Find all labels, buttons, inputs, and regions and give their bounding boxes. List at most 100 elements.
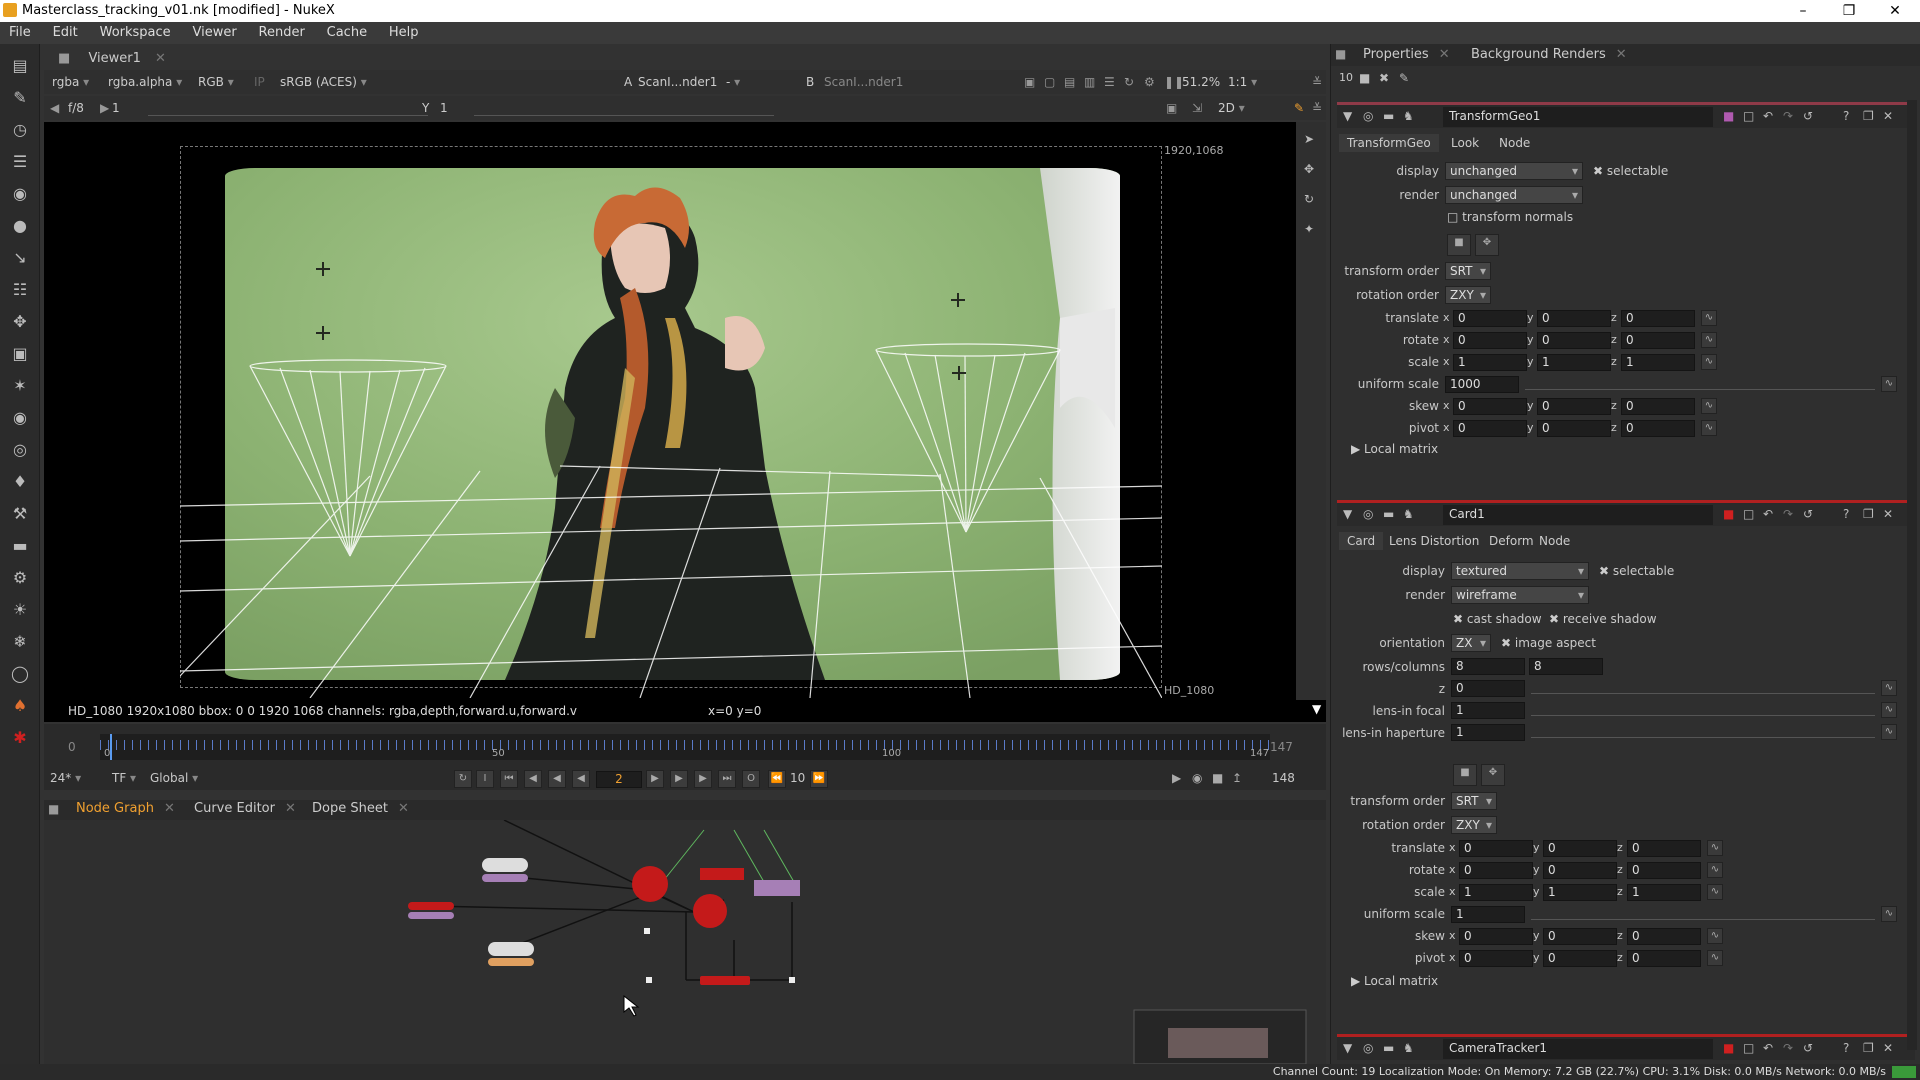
node-red-small[interactable]	[408, 902, 454, 910]
curve-icon[interactable]: ∿	[1881, 680, 1897, 696]
tab-node[interactable]: Node	[1491, 134, 1538, 152]
curve-icon[interactable]: ∿	[1707, 840, 1723, 856]
clear-icon[interactable]: ✖	[1379, 71, 1389, 85]
tab-card[interactable]: Card	[1339, 532, 1384, 550]
prev-icon[interactable]: ◀	[50, 101, 59, 115]
max-panels-value[interactable]: 10	[1339, 71, 1353, 84]
fstop-value[interactable]: f/8	[68, 101, 84, 115]
card-pivot-y[interactable]: 0	[1543, 950, 1617, 967]
first-frame-icon[interactable]: ⏮	[500, 770, 518, 788]
curve-icon[interactable]: ∿	[1701, 332, 1717, 348]
disable-icon[interactable]: ▬	[1383, 1041, 1394, 1055]
tg-scale-y[interactable]: 1	[1537, 354, 1611, 371]
roi-select-icon[interactable]: ▣	[1166, 101, 1177, 115]
tg-scale-x[interactable]: 1	[1453, 354, 1527, 371]
undo-icon[interactable]: ↶	[1763, 1041, 1773, 1055]
center-icon[interactable]: ◎	[1363, 1041, 1373, 1055]
node-white-2[interactable]	[488, 942, 534, 956]
export-icon[interactable]: ↥	[1232, 771, 1242, 785]
channels-dropdown[interactable]: rgba	[52, 75, 89, 89]
record-icon[interactable]: ◉	[1192, 771, 1202, 785]
tg-selectable-checkbox[interactable]: ✖ selectable	[1593, 164, 1668, 178]
merge-icon[interactable]: ☷	[8, 278, 32, 302]
gizmo-icon[interactable]: ◯	[8, 662, 32, 686]
card-cast-shadow-checkbox[interactable]: ✖ cast shadow	[1453, 612, 1542, 626]
tg-pivot-y[interactable]: 0	[1537, 420, 1611, 437]
rgb-dropdown[interactable]: RGB	[198, 75, 234, 89]
ratio-dropdown[interactable]: 1:1	[1228, 75, 1257, 89]
prev-key-icon[interactable]: ◀	[524, 770, 542, 788]
card-skew-z[interactable]: 0	[1627, 928, 1701, 945]
menu-cache[interactable]: Cache	[318, 22, 376, 40]
curve-icon[interactable]: ∿	[1881, 724, 1897, 740]
node-purple-1[interactable]	[482, 874, 528, 882]
flipbook-icon[interactable]: ▶	[1172, 771, 1181, 785]
node-cameratracker[interactable]	[700, 868, 744, 880]
tab-transformgeo[interactable]: TransformGeo	[1339, 134, 1439, 152]
gamma-slider[interactable]	[474, 104, 774, 116]
card-lens-focal-slider[interactable]	[1531, 702, 1875, 716]
card-skew-y[interactable]: 0	[1543, 928, 1617, 945]
card-image-aspect-checkbox[interactable]: ✖ image aspect	[1501, 636, 1596, 650]
node-card[interactable]	[754, 880, 800, 896]
step-value[interactable]: 10	[790, 771, 805, 785]
axis-tool-icon[interactable]: ✦	[1304, 222, 1314, 236]
curve-icon[interactable]: ∿	[1701, 310, 1717, 326]
collapse-icon[interactable]: ▼	[1343, 507, 1352, 521]
ocula-icon[interactable]: ☀	[8, 598, 32, 622]
tg-pivot-z[interactable]: 0	[1621, 420, 1695, 437]
cara-icon[interactable]: ❄	[8, 630, 32, 654]
card-receive-shadow-checkbox[interactable]: ✖ receive shadow	[1549, 612, 1657, 626]
node-color-icon[interactable]: ■	[1723, 1041, 1734, 1055]
tab-viewer1[interactable]: ■ Viewer1 ✕	[48, 48, 248, 70]
minimap-viewport[interactable]	[1168, 1028, 1268, 1058]
axis-icon[interactable]: ⇲	[1192, 101, 1202, 115]
card-translate-y[interactable]: 0	[1543, 840, 1617, 857]
color-icon[interactable]: □	[1743, 507, 1754, 521]
info-expand-icon[interactable]: ▼	[1312, 702, 1321, 716]
node-graph-canvas[interactable]	[44, 819, 1326, 1065]
tab-dope-sheet[interactable]: Dope Sheet ✕	[302, 798, 419, 820]
card-snap-icon[interactable]: ■	[1453, 764, 1477, 786]
menu-edit[interactable]: Edit	[44, 22, 87, 40]
tab-look[interactable]: Look	[1443, 134, 1487, 152]
card-rotate-y[interactable]: 0	[1543, 862, 1617, 879]
gamma-value[interactable]: 1	[440, 101, 448, 115]
skip-forward-icon[interactable]: ⏩	[810, 770, 828, 788]
card-scale-z[interactable]: 1	[1627, 884, 1701, 901]
card-translate-z[interactable]: 0	[1627, 840, 1701, 857]
center-icon[interactable]: ◎	[1363, 109, 1373, 123]
tg-transform-normals-checkbox[interactable]: □ transform normals	[1447, 210, 1573, 224]
node-orange[interactable]	[488, 958, 534, 966]
curve-icon[interactable]: ∿	[1707, 928, 1723, 944]
timeline-scrubber[interactable]: 0 50 100 147	[100, 734, 1270, 760]
views-icon[interactable]: ◎	[8, 438, 32, 462]
tg-translate-x[interactable]: 0	[1453, 310, 1527, 327]
node-scanline[interactable]	[700, 976, 750, 985]
paint-icon[interactable]: ✎	[1294, 101, 1304, 115]
skip-back-icon[interactable]: ⏪	[768, 770, 786, 788]
card-uniform-scale-slider[interactable]	[1531, 906, 1875, 920]
zebra-icon[interactable]: ▤	[1064, 75, 1075, 89]
float-icon[interactable]: ❐	[1863, 507, 1874, 521]
card-skew-x[interactable]: 0	[1459, 928, 1533, 945]
card-z-field[interactable]: 0	[1451, 680, 1525, 697]
gain-slider[interactable]	[148, 104, 428, 116]
menu-chevron-icon[interactable]: ≚	[1312, 101, 1322, 115]
view-mode-dropdown[interactable]: 2D	[1218, 101, 1288, 115]
last-frame-icon[interactable]: ⏭	[718, 770, 736, 788]
minimize-icon[interactable]: –	[1780, 0, 1826, 22]
help-icon[interactable]: ?	[1843, 1041, 1849, 1055]
tg-rotate-y[interactable]: 0	[1537, 332, 1611, 349]
color-icon[interactable]: ◉	[8, 182, 32, 206]
3d-icon[interactable]: ▣	[8, 342, 32, 366]
tg-rotation-order-dropdown[interactable]: ZXY	[1445, 286, 1491, 304]
maximize-icon[interactable]: ❐	[1826, 0, 1872, 22]
properties-scrollbar[interactable]	[1907, 100, 1917, 1050]
tg-translate-z[interactable]: 0	[1621, 310, 1695, 327]
tg-local-matrix-toggle[interactable]: ▶ Local matrix	[1351, 442, 1438, 456]
particles-icon[interactable]: ✶	[8, 374, 32, 398]
filter-icon[interactable]: ●	[8, 214, 32, 238]
node-red-circle-1[interactable]	[632, 866, 668, 902]
select-tool-icon[interactable]: ➤	[1304, 132, 1314, 146]
